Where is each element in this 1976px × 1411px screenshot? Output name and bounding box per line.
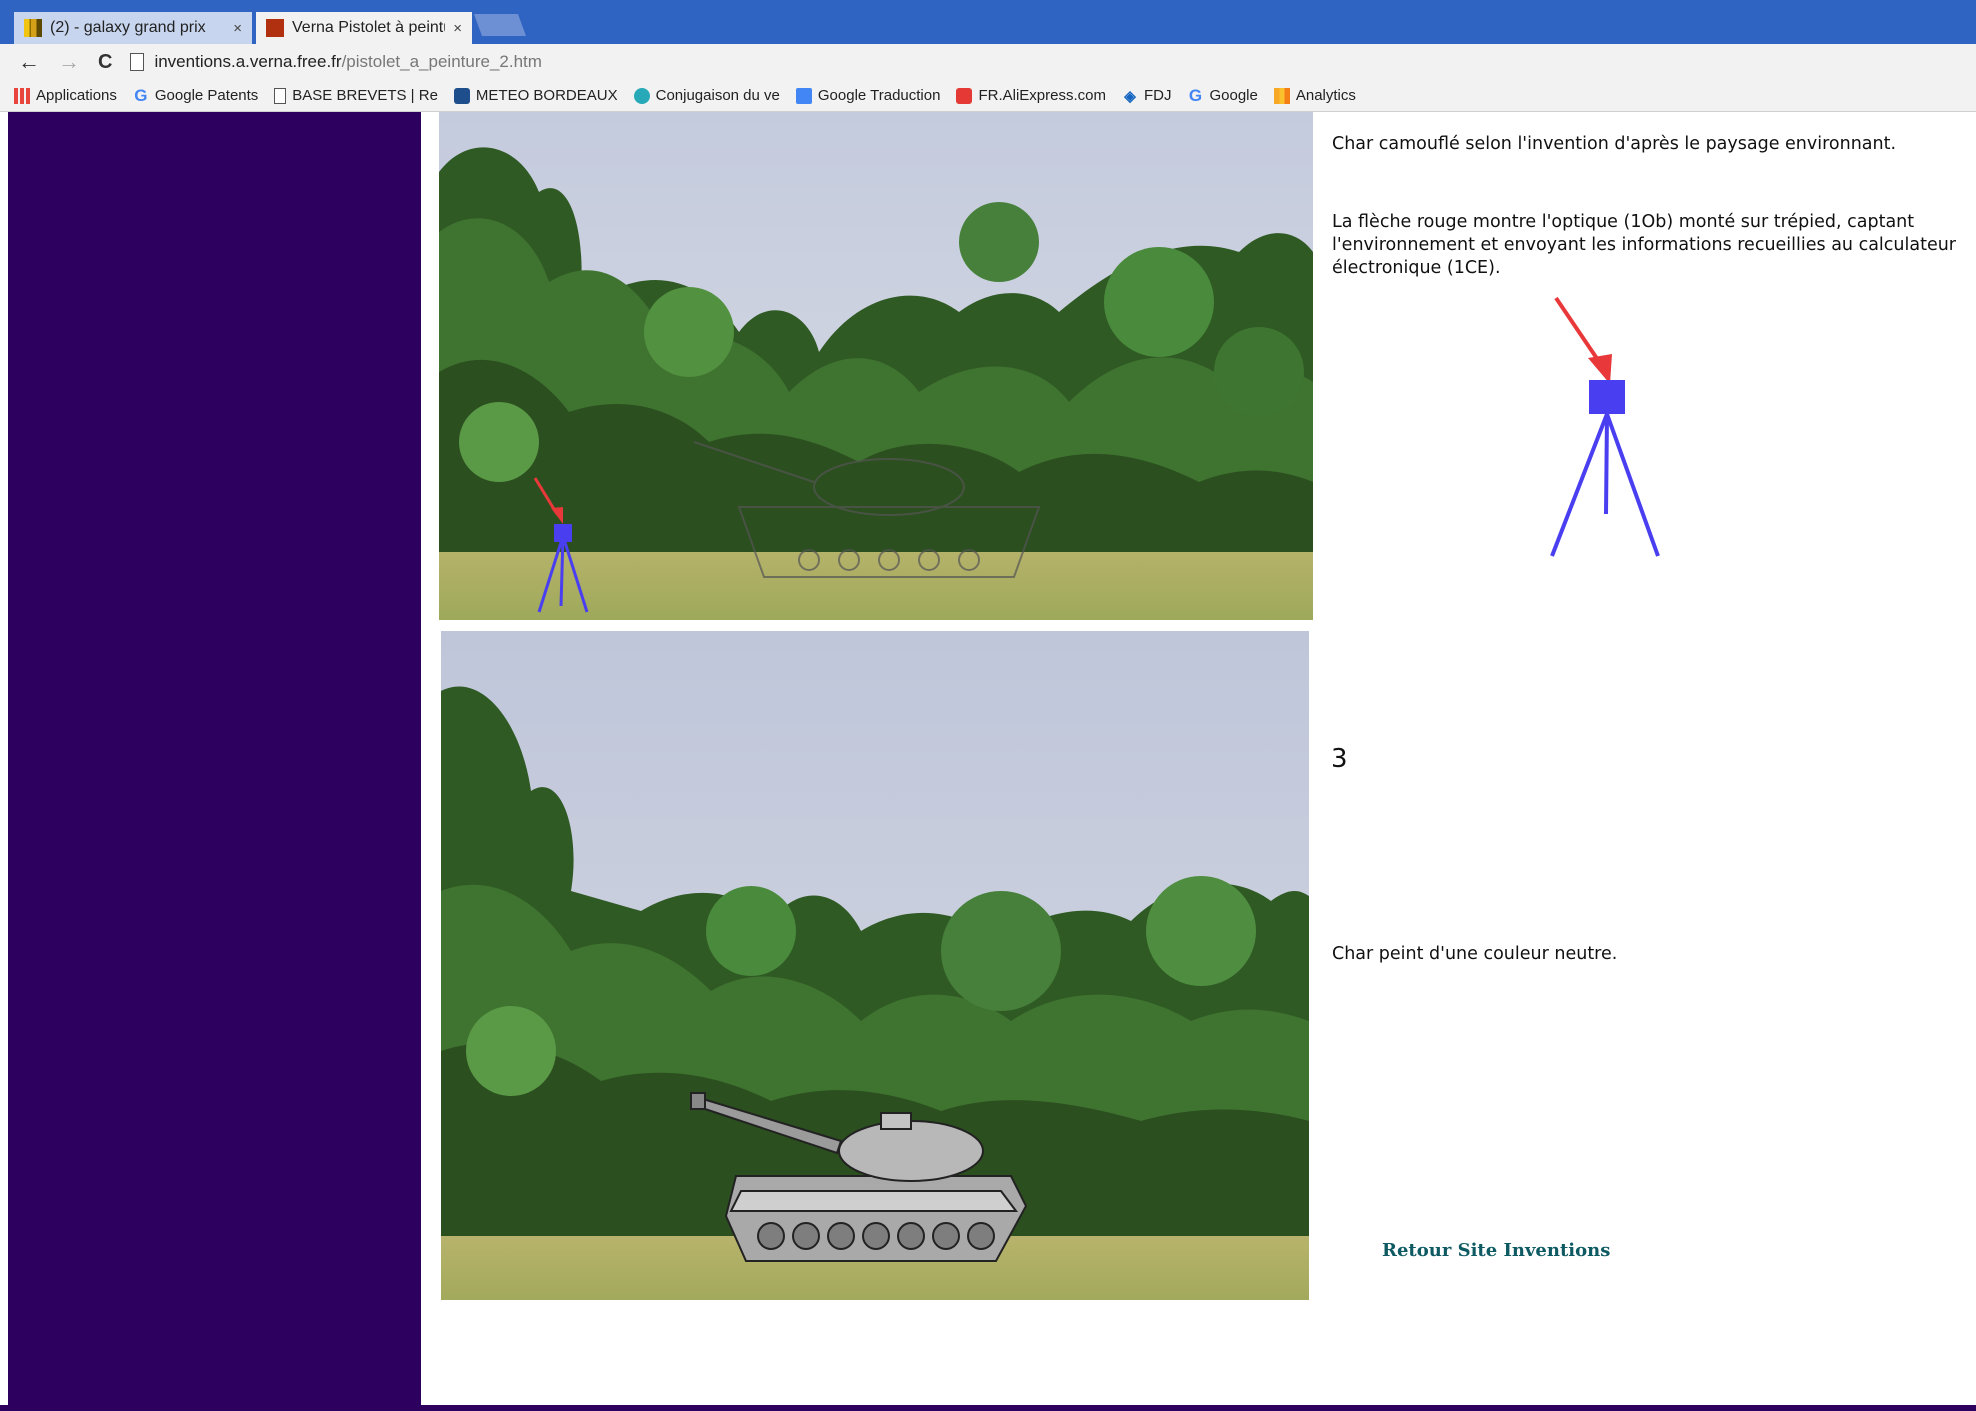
browser-title-bar: (2) - galaxy grand prix × Verna Pistolet… [0,0,1976,44]
close-icon[interactable]: × [453,20,462,37]
reload-icon[interactable]: C [98,52,112,72]
bookmark-label: Google Patents [154,87,259,104]
address-bar: ← → C inventions.a.verna.free.fr/pistole… [0,44,1976,80]
analytics-icon [1273,87,1290,104]
url-field[interactable]: inventions.a.verna.free.fr/pistolet_a_pe… [154,52,541,72]
bookmark-aliexpress[interactable]: FR.AliExpress.com [956,87,1106,104]
bookmark-base-brevets[interactable]: BASE BREVETS | Re [274,87,438,104]
bookmark-analytics[interactable]: Analytics [1273,87,1356,104]
caption-neutral-tank: Char peint d'une couleur neutre. [1332,944,1618,964]
google-icon: G [134,85,148,105]
caption-camouflaged-tank: Char camouflé selon l'invention d'après … [1332,134,1897,154]
url-path: /pistolet_a_peinture_2.htm [341,52,542,71]
caption-red-arrow: La flèche rouge montre l'optique (1Ob) m… [1332,212,1956,278]
bookmark-label: Conjugaison du ve [655,87,780,104]
bottom-border [0,1405,1976,1411]
new-tab-button[interactable] [473,14,527,36]
bookmark-label: Google Traduction [817,87,941,104]
tab-verna[interactable]: Verna Pistolet à peintu × [256,12,472,44]
bookmark-conjugaison[interactable]: Conjugaison du ve [633,87,780,104]
apps-grid-icon [14,87,30,104]
figure-number: 3 [1331,744,1348,774]
bookmark-label: Google [1209,87,1258,104]
url-host: inventions.a.verna.free.fr [154,52,342,71]
aliexpress-icon [956,87,973,104]
bookmarks-bar: Applications G Google Patents BASE BREVET… [0,80,1976,112]
photo-neutral-tank [441,631,1309,1300]
forest-scene-image [439,112,1313,620]
page-icon [130,53,145,71]
forest-scene-image [441,631,1309,1300]
bookmark-google-patents[interactable]: G Google Patents [133,85,259,105]
tripod-optic-diagram [1540,294,1670,562]
bookmark-applications[interactable]: Applications [14,87,117,104]
left-sidebar [8,112,421,1411]
page-icon [274,87,287,104]
tab-label: (2) - galaxy grand prix [50,19,206,36]
close-icon[interactable]: × [233,20,242,37]
photo-camouflaged-tank [439,112,1313,620]
forward-arrow-icon[interactable]: → [58,51,80,73]
conjugaison-icon [633,87,650,104]
meteo-icon [453,87,470,104]
bookmark-google-traduction[interactable]: Google Traduction [795,87,941,104]
tab-favicon-icon [266,19,284,37]
bookmark-google[interactable]: G Google [1187,85,1258,105]
bookmark-label: FR.AliExpress.com [978,87,1106,104]
back-arrow-icon[interactable]: ← [18,51,40,73]
bookmark-label: METEO BORDEAUX [475,87,618,104]
bookmark-label: Analytics [1295,87,1356,104]
tab-galaxy[interactable]: (2) - galaxy grand prix × [14,12,252,44]
tab-label: Verna Pistolet à peintu [292,19,446,36]
bookmark-label: FDJ [1143,87,1172,104]
bookmark-label: BASE BREVETS | Re [292,87,438,104]
back-to-inventions-link[interactable]: Retour Site Inventions [1382,1240,1610,1261]
red-arrow-icon [1588,354,1612,384]
bookmark-meteo-bordeaux[interactable]: METEO BORDEAUX [453,87,618,104]
fdj-icon: ◈ [1124,87,1136,105]
google-icon: G [1188,85,1203,105]
optic-box [1589,380,1625,414]
translate-icon [795,87,812,104]
bookmark-label: Applications [36,87,117,104]
bookmark-fdj[interactable]: ◈ FDJ [1122,87,1172,105]
tab-favicon-icon [24,19,42,37]
